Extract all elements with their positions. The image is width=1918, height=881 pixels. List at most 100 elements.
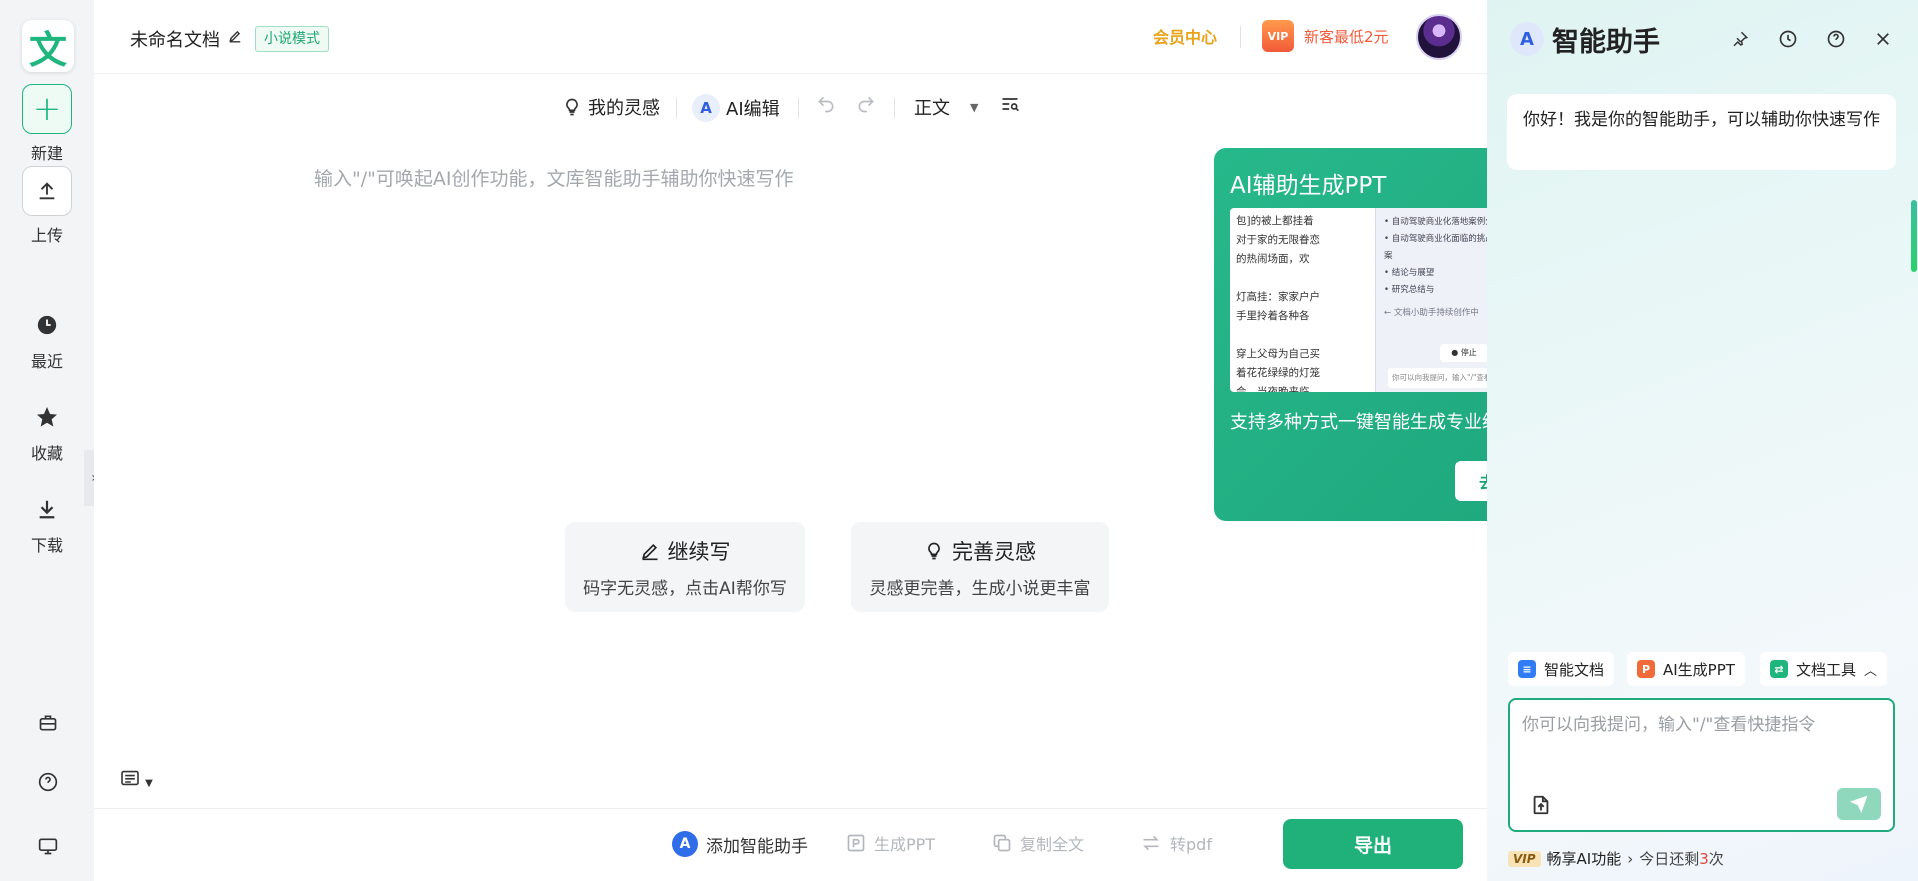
undo-button[interactable] xyxy=(816,94,836,114)
doc-tools-icon: ⇄ xyxy=(1770,660,1788,678)
top-bar: 未命名文档 小说模式 会员中心 VIP 新客最低2元 xyxy=(94,0,1487,74)
quick-label: 智能文档 xyxy=(1544,660,1605,679)
rail-item-favorites[interactable]: 收藏 xyxy=(0,400,94,464)
popup-title: AI辅助生成PPT xyxy=(1230,173,1387,199)
continue-writing-card[interactable]: 继续写 码字无灵感，点击AI帮你写 xyxy=(565,522,805,612)
editor-area: 未命名文档 小说模式 会员中心 VIP 新客最低2元 我的灵感 A AI编辑 正… xyxy=(94,0,1571,881)
generate-ppt-button[interactable]: 生成PPT xyxy=(846,831,935,855)
preview-text-line: 的热闹场面，欢 xyxy=(1236,253,1310,265)
rail-item-new[interactable]: + 新建 xyxy=(0,84,94,164)
rail-item-recent[interactable]: 最近 xyxy=(0,308,94,372)
send-icon xyxy=(1850,795,1868,813)
assistant-panel: A 智能助手 你好！我是你的智能助手，可以辅助你快速写作 ≡ 智能文档 P AI… xyxy=(1487,0,1918,881)
chevron-right-icon: › xyxy=(1627,849,1634,868)
undo-icon xyxy=(818,96,834,113)
caret-down-icon: ▼ xyxy=(145,778,153,789)
ai-edit-button[interactable]: A AI编辑 xyxy=(692,94,780,122)
lightbulb-icon xyxy=(928,542,940,560)
chevron-up-icon: ︿ xyxy=(1864,663,1878,679)
refine-inspiration-card[interactable]: 完善灵感 灵感更完善，生成小说更丰富 xyxy=(851,522,1109,612)
doc-title[interactable]: 未命名文档 xyxy=(130,26,220,52)
my-inspiration-button[interactable]: 我的灵感 xyxy=(562,94,660,120)
paragraph-style-select[interactable]: 正文 ▼ xyxy=(914,94,978,120)
close-icon[interactable] xyxy=(1870,26,1896,52)
divider xyxy=(1240,26,1241,48)
vip-ai-link[interactable]: 畅享AI功能 xyxy=(1547,848,1622,869)
quick-smart-doc[interactable]: ≡ 智能文档 xyxy=(1508,652,1615,686)
to-pdf-button[interactable]: 转pdf xyxy=(1140,831,1212,855)
outline-toggle[interactable]: ▼ xyxy=(120,770,153,790)
add-assistant-button[interactable]: A 添加智能助手 xyxy=(672,831,808,857)
send-button[interactable] xyxy=(1837,788,1881,820)
copy-all-label: 复制全文 xyxy=(1020,835,1085,854)
redo-icon xyxy=(858,96,874,113)
editor-placeholder[interactable]: 输入"/"可唤起AI创作功能，文库智能助手辅助你快速写作 xyxy=(314,164,793,191)
preview-text-line: 会。当夜晚来临， xyxy=(1236,386,1320,392)
assistant-title: 智能助手 xyxy=(1552,27,1660,58)
pin-icon[interactable] xyxy=(1727,26,1753,52)
bottom-action-bar: A 添加智能助手 生成PPT 复制全文 转pdf 导出 xyxy=(94,808,1487,881)
history-icon[interactable] xyxy=(1775,26,1801,52)
novel-mode-tag[interactable]: 小说模式 xyxy=(255,26,329,52)
plus-icon: + xyxy=(22,84,72,134)
caret-down-icon: ▼ xyxy=(970,100,979,114)
desktop-icon[interactable] xyxy=(30,828,66,864)
quick-label: 文档工具 xyxy=(1796,660,1857,679)
preview-stop: ● 停止 xyxy=(1440,344,1488,362)
vip-center-link[interactable]: 会员中心 xyxy=(1153,24,1217,48)
format-toolbar: 我的灵感 A AI编辑 正文 ▼ xyxy=(94,88,1487,126)
preview-text-line: 灯高挂：家家户户 xyxy=(1236,291,1320,303)
remaining-suffix: 次 xyxy=(1708,850,1724,868)
assistant-input-box xyxy=(1508,698,1895,832)
generate-ppt-label: 生成PPT xyxy=(874,835,936,854)
newbie-offer-link[interactable]: 新客最低2元 xyxy=(1304,26,1389,47)
remaining-count: 3 xyxy=(1699,849,1709,868)
scrollbar[interactable] xyxy=(1911,200,1917,272)
help-icon[interactable] xyxy=(30,764,66,800)
quick-doc-tools[interactable]: ⇄ 文档工具 ︿ xyxy=(1760,652,1888,686)
preview-text-line xyxy=(1236,326,1369,345)
preview-document-text: 包]的被上都挂着 对于家的无限眷恋 的热闹场面，欢 灯高挂：家家户户 手里拎着各种各 … xyxy=(1230,208,1375,392)
export-button[interactable]: 导出 xyxy=(1283,819,1463,869)
to-pdf-label: 转pdf xyxy=(1170,835,1212,854)
star-icon xyxy=(0,400,94,434)
add-assistant-label: 添加智能助手 xyxy=(706,836,808,857)
rail-item-download[interactable]: 下载 xyxy=(0,492,94,556)
quick-label: AI生成PPT xyxy=(1663,660,1735,679)
copy-icon xyxy=(993,834,1011,852)
ppt-icon: P xyxy=(1637,660,1655,678)
preview-text-line: 手里拎着各种各 xyxy=(1236,310,1310,322)
avatar[interactable] xyxy=(1416,14,1462,60)
divider xyxy=(676,98,677,118)
find-list-icon xyxy=(1002,98,1019,112)
copy-all-button[interactable]: 复制全文 xyxy=(992,831,1084,855)
vip-quota-line: VIP 畅享AI功能 › 今日还剩 3 次 xyxy=(1508,848,1724,869)
pencil-icon xyxy=(641,543,657,561)
outline-icon xyxy=(121,770,139,786)
upload-icon xyxy=(22,166,72,216)
app-logo[interactable]: 文 xyxy=(22,20,74,72)
rail-item-upload[interactable]: 上传 xyxy=(0,166,94,246)
lightbulb-icon xyxy=(566,98,578,116)
assistant-greeting: 你好！我是你的智能助手，可以辅助你快速写作 xyxy=(1507,94,1896,170)
rename-pencil-icon[interactable] xyxy=(228,28,242,47)
file-upload-icon[interactable] xyxy=(1528,792,1554,818)
find-replace-button[interactable] xyxy=(1000,94,1020,114)
quick-ai-ppt[interactable]: P AI生成PPT xyxy=(1627,652,1745,686)
ppt-icon xyxy=(847,834,865,852)
my-inspiration-label: 我的灵感 xyxy=(588,98,660,119)
vip-gift-icon[interactable]: VIP xyxy=(1262,20,1294,52)
help-icon[interactable] xyxy=(1823,26,1849,52)
toolbox-icon[interactable] xyxy=(30,705,66,741)
download-icon xyxy=(0,492,94,526)
left-rail: 文 + 新建 上传 最近 收藏 下载 xyxy=(0,0,94,881)
vip-badge: VIP xyxy=(1508,850,1541,867)
rail-item-label: 下载 xyxy=(30,536,63,555)
preview-text-line: 着花花绿绿的灯笼 xyxy=(1236,367,1320,379)
smart-doc-icon: ≡ xyxy=(1518,660,1536,678)
redo-button[interactable] xyxy=(856,94,876,114)
assistant-input[interactable] xyxy=(1522,710,1882,770)
divider xyxy=(798,98,799,118)
continue-writing-title: 继续写 xyxy=(565,536,805,566)
ai-logo-icon: A xyxy=(692,94,720,122)
